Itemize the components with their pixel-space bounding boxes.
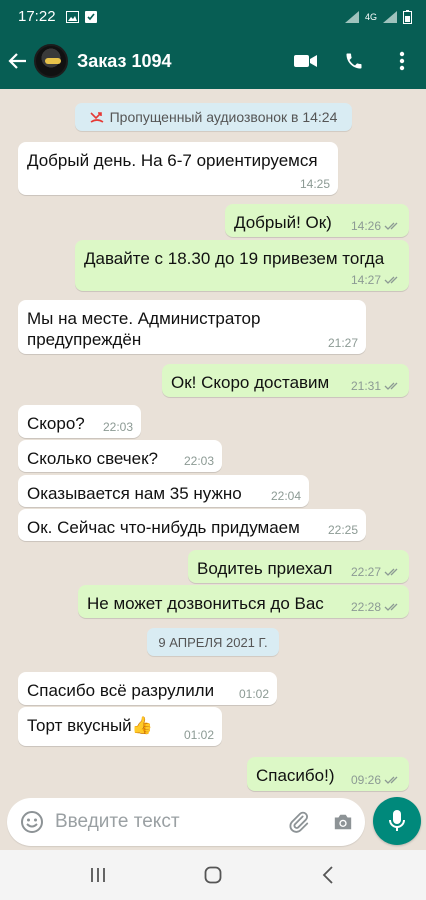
message-time: 21:31	[350, 379, 381, 393]
message-text: Давайте с 18.30 до 19 привезем тогда	[84, 249, 385, 268]
message-list[interactable]: Пропущенный аудиозвонок в 14:24 Добрый д…	[0, 89, 426, 794]
more-menu-button[interactable]	[378, 33, 426, 89]
message-text: Ок! Скоро доставим	[171, 373, 330, 392]
system-nav-bar	[0, 850, 426, 900]
status-bar: 17:22 4G	[0, 0, 426, 33]
message-text: Добрый! Ок)	[234, 213, 332, 232]
message-text: Добрый день. На 6-7 ориентируемся	[27, 151, 318, 170]
avatar[interactable]	[34, 44, 68, 78]
message-time: 14:26	[350, 219, 381, 233]
nav-recent-button[interactable]	[68, 850, 128, 900]
missed-call-note: Пропущенный аудиозвонок в 14:24	[75, 103, 352, 131]
message-text: Водитеь приехал	[197, 559, 333, 578]
message-text: Мы на месте. Администратор предупреждён	[27, 309, 261, 349]
message-time: 09:26	[350, 773, 381, 787]
message-bubble-outgoing[interactable]: Спасибо!) 09:26	[247, 757, 409, 791]
message-time: 01:02	[183, 728, 214, 742]
date-divider-text: 9 АПРЕЛЯ 2021 Г.	[158, 634, 268, 650]
camera-button[interactable]	[321, 812, 365, 832]
message-text: Спасибо всё разрулили	[27, 681, 215, 700]
message-time: 21:27	[327, 336, 358, 350]
mic-icon	[389, 810, 405, 831]
read-ticks-icon	[384, 222, 398, 230]
message-text: Оказывается нам 35 нужно	[27, 484, 242, 503]
message-text: Скоро?	[27, 414, 85, 433]
read-ticks-icon	[384, 603, 398, 611]
message-time: 14:27	[350, 273, 381, 287]
message-bubble-incoming[interactable]: Сколько свечек? 22:03	[18, 440, 222, 472]
nav-home-button[interactable]	[183, 850, 243, 900]
message-bubble-incoming[interactable]: Спасибо всё разрулили 01:02	[18, 672, 277, 705]
emoji-button[interactable]	[9, 810, 55, 834]
signal-strength-icon	[383, 10, 397, 23]
voice-record-button[interactable]	[373, 797, 421, 845]
video-call-button[interactable]	[282, 33, 330, 89]
message-text: Спасибо!)	[256, 766, 335, 785]
image-notification-icon	[65, 10, 79, 23]
message-text: Ок. Сейчас что-нибудь придумаем	[27, 518, 300, 537]
message-bubble-outgoing[interactable]: Ок! Скоро доставим 21:31	[162, 364, 409, 397]
message-input[interactable]	[55, 811, 277, 833]
message-bubble-outgoing[interactable]: Не может дозвониться до Вас 22:28	[78, 585, 409, 618]
nav-recent-icon	[90, 868, 105, 882]
message-bubble-incoming[interactable]: Скоро? 22:03	[18, 405, 141, 438]
message-time: 22:27	[350, 565, 381, 579]
message-time: 14:25	[299, 177, 330, 191]
nav-home-icon	[204, 866, 222, 884]
check-notification-icon	[84, 10, 97, 23]
message-text: Сколько свечек?	[27, 449, 159, 468]
read-ticks-icon	[384, 382, 398, 390]
message-time: 22:28	[350, 600, 381, 614]
camera-icon	[334, 814, 352, 830]
message-bubble-outgoing[interactable]: Давайте с 18.30 до 19 привезем тогда 14:…	[75, 240, 409, 291]
message-text: Не может дозвониться до Вас	[87, 594, 324, 613]
message-time: 01:02	[238, 687, 269, 701]
phone-icon	[346, 53, 362, 69]
back-arrow-icon	[8, 53, 26, 69]
message-time: 22:25	[327, 523, 358, 537]
message-bubble-incoming[interactable]: Ок. Сейчас что-нибудь придумаем 22:25	[18, 509, 366, 541]
nav-back-button[interactable]	[298, 850, 358, 900]
message-composer	[7, 798, 365, 846]
missed-call-icon	[90, 112, 104, 123]
read-ticks-icon	[384, 568, 398, 576]
battery-icon	[403, 9, 412, 24]
attach-icon	[289, 811, 309, 833]
status-notification-icons	[65, 10, 97, 23]
video-call-icon	[294, 55, 317, 67]
read-ticks-icon	[384, 776, 398, 784]
signal-icon	[344, 10, 359, 23]
menu-icon	[399, 51, 405, 71]
message-text: Торт вкусный👍	[27, 716, 153, 735]
attach-button[interactable]	[277, 811, 321, 833]
nav-back-icon	[323, 866, 333, 884]
network-label: 4G	[364, 11, 377, 22]
message-bubble-incoming[interactable]: Добрый день. На 6-7 ориентируемся 14:25	[18, 142, 338, 195]
missed-call-text: Пропущенный аудиозвонок в 14:24	[109, 109, 338, 125]
chat-header: Заказ 1094	[0, 33, 426, 89]
chat-title[interactable]: Заказ 1094	[77, 51, 282, 72]
emoji-icon	[21, 811, 43, 833]
back-button[interactable]	[2, 33, 34, 89]
message-time: 22:03	[102, 420, 133, 434]
message-time: 22:03	[183, 454, 214, 468]
message-time: 22:04	[270, 489, 301, 503]
read-ticks-icon	[384, 276, 398, 284]
status-time: 17:22	[18, 8, 56, 25]
message-bubble-outgoing[interactable]: Водитеь приехал 22:27	[188, 550, 409, 583]
voice-call-button[interactable]	[330, 33, 378, 89]
message-bubble-incoming[interactable]: Оказывается нам 35 нужно 22:04	[18, 475, 309, 507]
message-bubble-outgoing[interactable]: Добрый! Ок) 14:26	[225, 204, 409, 237]
message-bubble-incoming[interactable]: Торт вкусный👍 01:02	[18, 707, 222, 746]
date-divider: 9 АПРЕЛЯ 2021 Г.	[147, 628, 279, 656]
message-bubble-incoming[interactable]: Мы на месте. Администратор предупреждён …	[18, 300, 366, 354]
